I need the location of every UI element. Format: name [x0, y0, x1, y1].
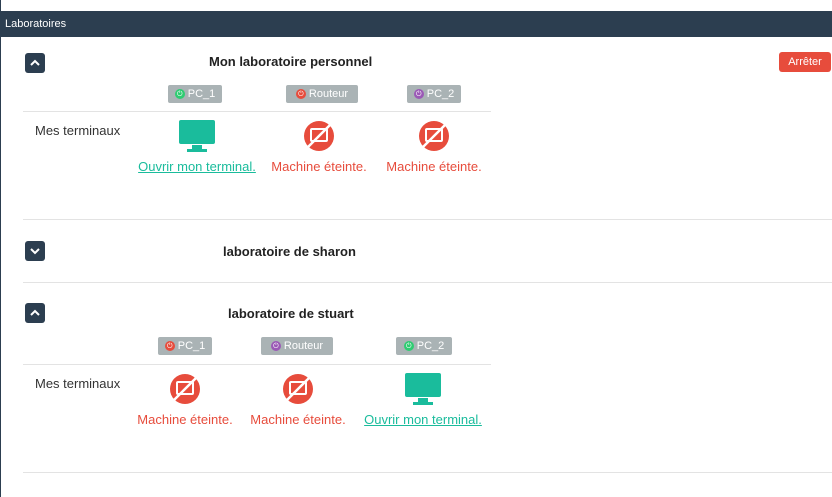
- machine-status: Machine éteinte.: [386, 159, 482, 174]
- power-on-icon: ⏻: [174, 89, 185, 99]
- power-pending-icon: ⏻: [413, 89, 424, 99]
- open-terminal-link[interactable]: Ouvrir mon terminal.: [364, 412, 482, 427]
- divider: [23, 364, 491, 365]
- machine-status: Machine éteinte.: [271, 159, 367, 174]
- power-off-icon: ⏻: [295, 89, 306, 99]
- chevron-up-icon: [30, 309, 40, 316]
- power-pending-icon: ⏻: [270, 341, 281, 351]
- machine-badge[interactable]: ⏻ PC_2: [407, 85, 461, 103]
- machine-badge[interactable]: ⏻ PC_1: [158, 337, 212, 355]
- panel-header: Laboratoires: [1, 11, 832, 37]
- machine-badge[interactable]: ⏻ Routeur: [286, 85, 358, 103]
- chevron-up-icon: [30, 59, 40, 66]
- collapse-button[interactable]: [25, 303, 45, 323]
- machine-badge[interactable]: ⏻ PC_2: [396, 337, 452, 355]
- monitor-icon[interactable]: [404, 372, 442, 406]
- chevron-down-icon: [30, 248, 40, 255]
- machine-status: Machine éteinte.: [137, 412, 233, 427]
- power-off-icon: ⏻: [164, 341, 175, 351]
- terminal-cell: Ouvrir mon terminal.: [134, 119, 260, 174]
- expand-button[interactable]: [25, 241, 45, 261]
- machine-off-icon: [283, 374, 313, 404]
- lab-title: laboratoire de sharon: [223, 244, 356, 259]
- machine-name: PC_2: [426, 88, 455, 100]
- machine-off-icon: [304, 121, 334, 151]
- row-label: Mes terminaux: [35, 376, 121, 391]
- terminal-cell: Machine éteinte.: [269, 119, 369, 174]
- terminal-cell: Machine éteinte.: [244, 372, 352, 427]
- terminal-cell: Ouvrir mon terminal.: [358, 372, 488, 427]
- machine-off-icon: [170, 374, 200, 404]
- machine-name: PC_1: [187, 88, 216, 100]
- terminal-cell: Machine éteinte.: [131, 372, 239, 427]
- panel-title: Laboratoires: [5, 18, 67, 30]
- machine-status: Machine éteinte.: [250, 412, 346, 427]
- machine-off-icon: [419, 121, 449, 151]
- machine-badge[interactable]: ⏻ Routeur: [261, 337, 333, 355]
- stop-button[interactable]: Arrêter: [779, 52, 831, 72]
- machine-name: PC_2: [416, 340, 445, 352]
- lab-title: laboratoire de stuart: [228, 306, 354, 321]
- monitor-icon[interactable]: [178, 119, 216, 153]
- divider: [23, 282, 832, 283]
- machine-badge[interactable]: ⏻ PC_1: [168, 85, 222, 103]
- machine-name: Routeur: [283, 340, 324, 352]
- power-on-icon: ⏻: [403, 341, 414, 351]
- machine-name: Routeur: [308, 88, 349, 100]
- labs-panel: Laboratoires Mon laboratoire personnel A…: [0, 0, 832, 497]
- row-label: Mes terminaux: [35, 123, 121, 138]
- lab-title: Mon laboratoire personnel: [209, 54, 373, 69]
- open-terminal-link[interactable]: Ouvrir mon terminal.: [138, 159, 256, 174]
- terminal-cell: Machine éteinte.: [384, 119, 484, 174]
- divider: [23, 472, 832, 473]
- machine-name: PC_1: [177, 340, 206, 352]
- collapse-button[interactable]: [25, 53, 45, 73]
- divider: [23, 219, 832, 220]
- divider: [23, 111, 491, 112]
